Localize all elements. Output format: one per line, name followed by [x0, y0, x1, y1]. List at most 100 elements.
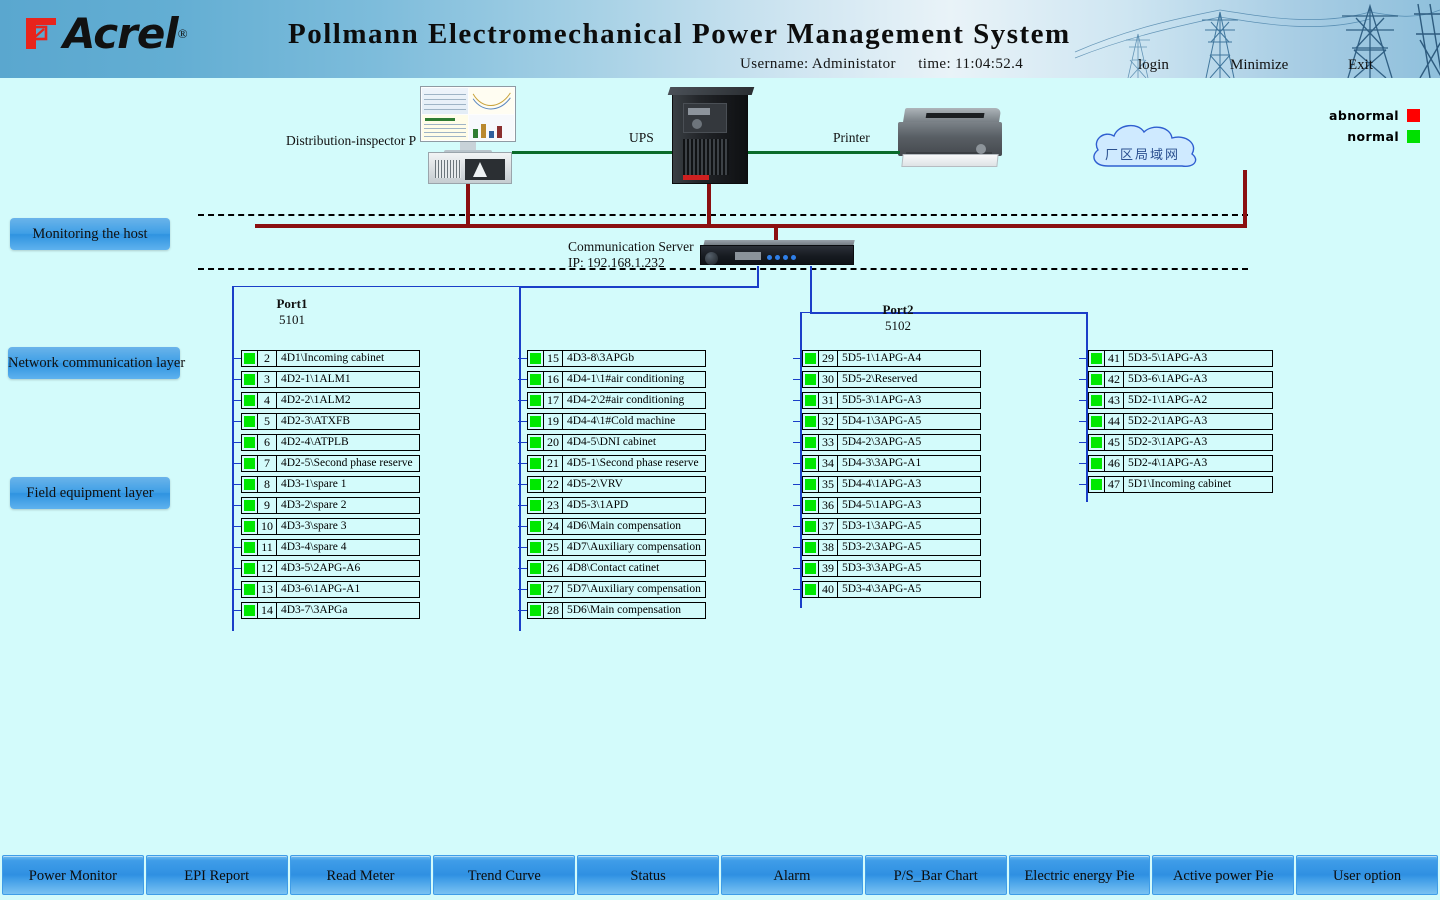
device-row[interactable]: 104D3-3\spare 3 — [241, 518, 420, 535]
device-name: 5D4-2\3APG-A5 — [838, 434, 981, 451]
device-row[interactable]: 34D2-1\1ALM1 — [241, 371, 420, 388]
device-status-cell — [241, 476, 258, 493]
device-row[interactable]: 64D2-4\ATPLB — [241, 434, 420, 451]
nav-button-power-monitor[interactable]: Power Monitor — [2, 855, 144, 895]
nav-button-p-s-bar-chart[interactable]: P/S_Bar Chart — [865, 855, 1007, 895]
device-name: 4D4-5\DNI cabinet — [563, 434, 706, 451]
status-indicator-icon — [530, 353, 541, 364]
device-name: 4D8\Contact catinet — [563, 560, 706, 577]
device-row[interactable]: 275D7\Auxiliary compensation — [527, 581, 706, 598]
device-row[interactable]: 295D5-1\1APG-A4 — [802, 350, 981, 367]
device-name: 4D3-8\3APGb — [563, 350, 706, 367]
device-row[interactable]: 264D8\Contact catinet — [527, 560, 706, 577]
nav-button-status[interactable]: Status — [577, 855, 719, 895]
device-index: 28 — [544, 602, 563, 619]
nav-button-electric-energy-pie[interactable]: Electric energy Pie — [1009, 855, 1151, 895]
device-status-cell — [527, 371, 544, 388]
status-indicator-icon — [1091, 479, 1102, 490]
nav-button-trend-curve[interactable]: Trend Curve — [433, 855, 575, 895]
device-status-cell — [802, 518, 819, 535]
device-row[interactable]: 254D7\Auxiliary compensation — [527, 539, 706, 556]
device-name: 4D2-2\1ALM2 — [277, 392, 420, 409]
device-row[interactable]: 134D3-6\1APG-A1 — [241, 581, 420, 598]
layer-label-monitoring-host: Monitoring the host — [10, 218, 170, 250]
device-name: 4D2-1\1ALM1 — [277, 371, 420, 388]
device-index: 20 — [544, 434, 563, 451]
device-row[interactable]: 385D3-2\3APG-A5 — [802, 539, 981, 556]
device-name: 4D6\Main compensation — [563, 518, 706, 535]
device-status-cell — [241, 413, 258, 430]
device-row[interactable]: 54D2-3\ATXFB — [241, 413, 420, 430]
device-index: 16 — [544, 371, 563, 388]
device-row[interactable]: 194D4-4\1#Cold machine — [527, 413, 706, 430]
device-row[interactable]: 465D2-4\1APG-A3 — [1088, 455, 1273, 472]
device-row[interactable]: 174D4-2\2#air conditioning — [527, 392, 706, 409]
port2-col3-rail — [800, 312, 802, 608]
device-row[interactable]: 244D6\Main compensation — [527, 518, 706, 535]
device-row[interactable]: 345D4-3\3APG-A1 — [802, 455, 981, 472]
device-name: 4D4-4\1#Cold machine — [563, 413, 706, 430]
device-row[interactable]: 214D5-1\Second phase reserve — [527, 455, 706, 472]
device-row[interactable]: 144D3-7\3APGa — [241, 602, 420, 619]
device-row[interactable]: 335D4-2\3APG-A5 — [802, 434, 981, 451]
minimize-button[interactable]: Minimize — [1230, 57, 1288, 74]
device-name: 4D3-3\spare 3 — [277, 518, 420, 535]
nav-button-epi-report[interactable]: EPI Report — [146, 855, 288, 895]
device-row[interactable]: 74D2-5\Second phase reserve — [241, 455, 420, 472]
device-row[interactable]: 164D4-1\1#air conditioning — [527, 371, 706, 388]
device-row[interactable]: 305D5-2\Reserved — [802, 371, 981, 388]
device-row[interactable]: 124D3-5\2APG-A6 — [241, 560, 420, 577]
nav-button-active-power-pie[interactable]: Active power Pie — [1152, 855, 1294, 895]
device-index: 27 — [544, 581, 563, 598]
device-index: 10 — [258, 518, 277, 535]
status-indicator-icon — [530, 500, 541, 511]
status-indicator-icon — [530, 563, 541, 574]
device-row[interactable]: 204D4-5\DNI cabinet — [527, 434, 706, 451]
device-name: 5D2-4\1APG-A3 — [1124, 455, 1273, 472]
device-row[interactable]: 114D3-4\spare 4 — [241, 539, 420, 556]
ups-label: UPS — [629, 130, 654, 146]
device-row[interactable]: 435D2-1\1APG-A2 — [1088, 392, 1273, 409]
device-row[interactable]: 325D4-1\3APG-A5 — [802, 413, 981, 430]
device-name: 4D4-1\1#air conditioning — [563, 371, 706, 388]
nav-button-read-meter[interactable]: Read Meter — [290, 855, 432, 895]
device-row[interactable]: 375D3-1\3APG-A5 — [802, 518, 981, 535]
device-row[interactable]: 475D1\Incoming cabinet — [1088, 476, 1273, 493]
exit-button[interactable]: Exit — [1348, 57, 1373, 74]
device-column-4: 415D3-5\1APG-A3 425D3-6\1APG-A3 435D2-1\1A… — [1088, 350, 1273, 497]
device-index: 29 — [819, 350, 838, 367]
device-row[interactable]: 44D2-2\1ALM2 — [241, 392, 420, 409]
device-row[interactable]: 355D4-4\1APG-A3 — [802, 476, 981, 493]
brand-name: Acrel — [63, 15, 178, 53]
device-row[interactable]: 154D3-8\3APGb — [527, 350, 706, 367]
nav-button-user-option[interactable]: User option — [1296, 855, 1438, 895]
device-row[interactable]: 395D3-3\3APG-A5 — [802, 560, 981, 577]
abnormal-swatch-icon — [1407, 109, 1420, 122]
device-row[interactable]: 224D5-2\VRV — [527, 476, 706, 493]
device-status-cell — [527, 455, 544, 472]
device-index: 25 — [544, 539, 563, 556]
workstation-pc-icon — [418, 86, 518, 184]
device-index: 2 — [258, 350, 277, 367]
device-row[interactable]: 425D3-6\1APG-A3 — [1088, 371, 1273, 388]
device-row[interactable]: 315D5-3\1APG-A3 — [802, 392, 981, 409]
device-row[interactable]: 415D3-5\1APG-A3 — [1088, 350, 1273, 367]
device-index: 8 — [258, 476, 277, 493]
nav-button-alarm[interactable]: Alarm — [721, 855, 863, 895]
printer-icon — [898, 108, 1004, 174]
device-index: 6 — [258, 434, 277, 451]
device-row[interactable]: 24D1\Incoming cabinet — [241, 350, 420, 367]
device-row[interactable]: 234D5-3\1APD — [527, 497, 706, 514]
link-workstation-ups — [512, 151, 672, 154]
device-row[interactable]: 84D3-1\spare 1 — [241, 476, 420, 493]
port1-title: Port1 5101 — [232, 296, 352, 328]
device-row[interactable]: 455D2-3\1APG-A3 — [1088, 434, 1273, 451]
device-row[interactable]: 285D6\Main compensation — [527, 602, 706, 619]
device-row[interactable]: 365D4-5\1APG-A3 — [802, 497, 981, 514]
device-row[interactable]: 405D3-4\3APG-A5 — [802, 581, 981, 598]
device-row[interactable]: 94D3-2\spare 2 — [241, 497, 420, 514]
username-value: Administator — [812, 56, 896, 72]
device-row[interactable]: 445D2-2\1APG-A3 — [1088, 413, 1273, 430]
device-status-cell — [802, 413, 819, 430]
login-button[interactable]: login — [1138, 57, 1169, 74]
